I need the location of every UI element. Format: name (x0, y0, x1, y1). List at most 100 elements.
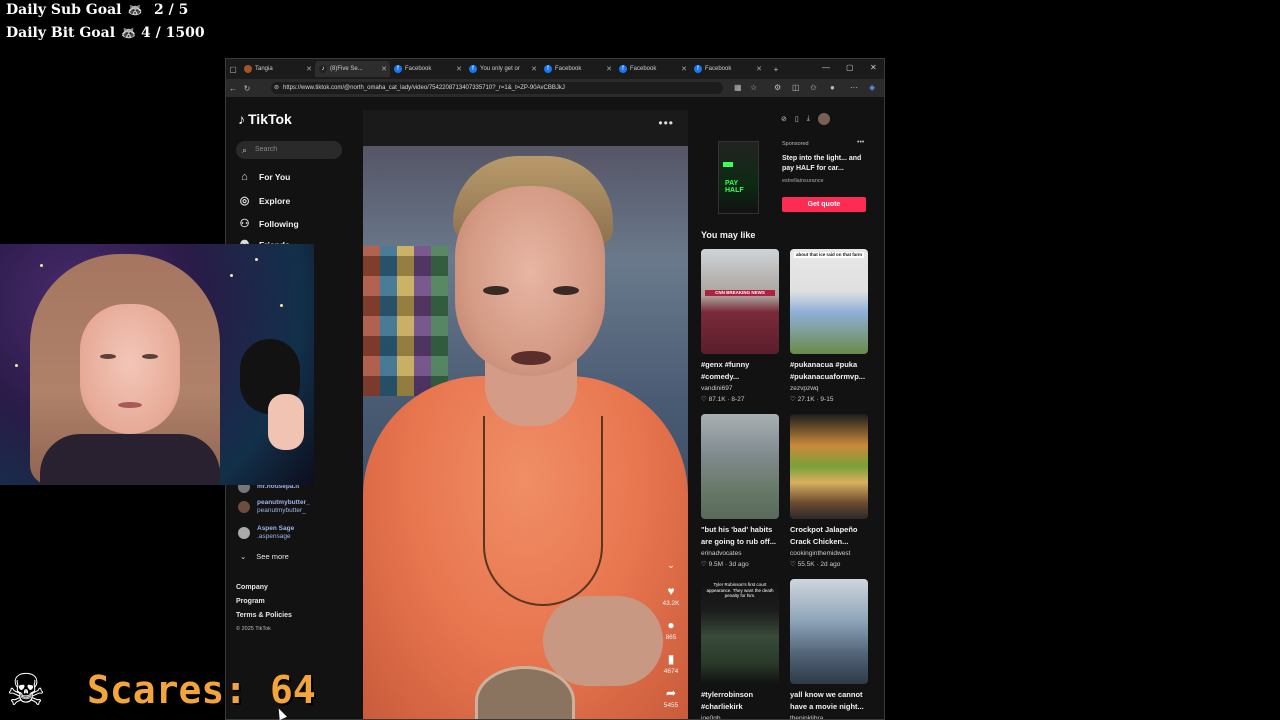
recommendation-card[interactable]: yall know we cannot have a movie night..… (790, 579, 868, 719)
tiktok-logo[interactable]: ♪ TikTok (238, 111, 292, 127)
card-author[interactable]: erinadvocates (701, 548, 779, 559)
sub-goal-label: Daily Sub Goal (6, 2, 122, 18)
like-count: 9.5M (708, 561, 724, 568)
you-may-like-heading: You may like (701, 230, 756, 240)
tab-facebook[interactable]: f Facebook ✕ (540, 61, 615, 77)
url-text: https://www.tiktok.com/@north_omaha_cat_… (283, 85, 565, 91)
grid-icon[interactable]: ▦ (734, 83, 742, 92)
streamer-hand (268, 394, 304, 450)
maximize-icon[interactable]: ▢ (846, 63, 854, 72)
tangia-icon (244, 65, 252, 73)
close-icon[interactable]: ✕ (381, 65, 387, 73)
tab-tiktok[interactable]: ♪ (8)Five Se... ✕ (315, 61, 390, 77)
ad-image[interactable]: PAY HALF (718, 141, 759, 214)
scares-text: Scares: 64 (87, 668, 316, 712)
video-thumbnail[interactable]: Tyler Robinson's first court appearance.… (701, 579, 779, 684)
video-frame[interactable]: ⌄ ♥ 43.2K ● 865 ▮ 4674 ➦ 5455 (363, 146, 688, 719)
close-icon[interactable]: ✕ (531, 65, 537, 73)
recommendation-card[interactable]: Tyler Robinson's first court appearance.… (701, 579, 779, 719)
card-caption: #pukanacua #puka #pukanacuaformvp... (790, 360, 866, 381)
site-info-icon[interactable]: ⊜ (274, 82, 279, 94)
close-icon[interactable]: ✕ (681, 65, 687, 73)
following-account[interactable]: Aspen Sage .aspensage (238, 525, 294, 541)
close-icon[interactable]: ✕ (606, 65, 612, 73)
nav-following[interactable]: ⚇ Following (238, 217, 299, 230)
profile-avatar-icon[interactable]: ● (830, 83, 835, 92)
tab-facebook[interactable]: f You only get or ✕ (465, 61, 540, 77)
close-icon[interactable]: ✕ (456, 65, 462, 73)
compass-icon[interactable]: ⊘ (781, 115, 787, 123)
favorites-icon[interactable]: ✩ (810, 83, 817, 92)
menu-dots-icon[interactable]: ⋯ (850, 83, 858, 92)
bookmark-button[interactable]: ▮ 4674 (659, 652, 683, 675)
new-tab-button[interactable]: + (769, 65, 783, 74)
account-handle: peanutmybutter_ (257, 507, 306, 514)
thumbnail-text: CNN BREAKING NEWS (705, 290, 775, 296)
see-more-button[interactable]: ⌄ See more (240, 552, 289, 561)
footer-program[interactable]: Program (236, 598, 265, 605)
split-icon[interactable]: ◫ (792, 83, 800, 92)
comment-icon: ● (667, 618, 675, 632)
card-author[interactable]: thepinklibra (790, 713, 868, 719)
ad-more-icon[interactable]: ••• (857, 139, 864, 146)
heart-icon: ♥ (667, 584, 675, 598)
close-icon[interactable]: ✕ (756, 65, 762, 73)
tab-label: Tangia (255, 66, 273, 72)
search-input[interactable]: ⌕ Search (236, 141, 342, 159)
recommendation-card[interactable]: "but his 'bad' habits are going to rub o… (701, 414, 779, 570)
comment-button[interactable]: ● 865 (659, 618, 683, 641)
nav-for-you[interactable]: ⌂ For You (238, 171, 290, 183)
footer-terms[interactable]: Terms & Policies (236, 612, 292, 619)
scares-counter: ☠ (0, 662, 52, 720)
refresh-icon[interactable]: ↻ (240, 84, 254, 93)
back-icon[interactable]: ← (226, 84, 240, 93)
phone-icon[interactable]: ▯ (795, 115, 799, 123)
heart-icon: ♡ (790, 561, 798, 568)
tab-tangia[interactable]: Tangia ✕ (240, 61, 315, 77)
card-author[interactable]: joe0gb (701, 713, 779, 719)
card-author[interactable]: zezvpzwq (790, 383, 868, 394)
more-options-icon[interactable]: ••• (658, 116, 674, 130)
facebook-icon: f (469, 65, 477, 73)
download-icon[interactable]: ⤓ (807, 115, 810, 123)
star-icon[interactable]: ☆ (750, 83, 757, 92)
card-date: 8-27 (731, 396, 745, 403)
url-field[interactable]: ⊜ https://www.tiktok.com/@north_omaha_ca… (271, 82, 723, 94)
avatar (238, 501, 250, 513)
following-account[interactable]: peanutmybutter_ peanutmybutter_ (238, 499, 310, 515)
video-thumbnail[interactable] (790, 579, 868, 684)
video-thumbnail[interactable]: about that ice raid on that farm (790, 249, 868, 354)
recommendation-card[interactable]: Crockpot Jalapeño Crack Chicken... cooki… (790, 414, 868, 570)
tiktok-page: ♪ TikTok ⌕ Search ⌂ For You ◎ Explore ⚇ … (226, 97, 884, 719)
video-thumbnail[interactable] (790, 414, 868, 519)
video-thumbnail[interactable] (701, 414, 779, 519)
footer-company[interactable]: Company (236, 584, 268, 591)
ad-title[interactable]: Step into the light... and pay HALF for … (782, 154, 872, 174)
tab-facebook[interactable]: f Facebook ✕ (390, 61, 465, 77)
tab-facebook[interactable]: f Facebook ✕ (690, 61, 765, 77)
minimize-icon[interactable]: — (822, 63, 830, 72)
close-icon[interactable]: ✕ (306, 65, 312, 73)
video-thumbnail[interactable]: CNN BREAKING NEWS (701, 249, 779, 354)
avatar[interactable] (817, 113, 830, 125)
copilot-icon[interactable]: ◈ (869, 83, 875, 92)
share-button[interactable]: ➦ 5455 (659, 686, 683, 709)
card-author[interactable]: vandini697 (701, 383, 779, 394)
video-player[interactable]: ••• ⌄ ♥ 43.2K ● 865 ▮ 4674 ➦ 5455 (363, 110, 688, 719)
scroll-down-button[interactable]: ⌄ (659, 560, 683, 571)
like-button[interactable]: ♥ 43.2K (659, 584, 683, 607)
card-author[interactable]: cookinginthemidwest (790, 548, 868, 559)
tab-actions-icon[interactable]: ▢ (226, 65, 240, 74)
get-quote-button[interactable]: Get quote (782, 197, 866, 212)
following-icon: ⚇ (239, 218, 250, 230)
background-star (280, 304, 283, 307)
streamer-eye (142, 354, 158, 359)
recommendation-card[interactable]: about that ice raid on that farm #pukana… (790, 249, 868, 405)
ad-brand[interactable]: estrellainsurance (782, 178, 824, 184)
thumbnail-text: Tyler Robinson's first court appearance.… (706, 582, 774, 598)
close-window-icon[interactable]: ✕ (870, 63, 877, 72)
nav-explore[interactable]: ◎ Explore (238, 194, 291, 207)
extension-icon[interactable]: ⚙ (774, 83, 781, 92)
tab-facebook[interactable]: f Facebook ✕ (615, 61, 690, 77)
recommendation-card[interactable]: CNN BREAKING NEWS #genx #funny #comedy..… (701, 249, 779, 405)
